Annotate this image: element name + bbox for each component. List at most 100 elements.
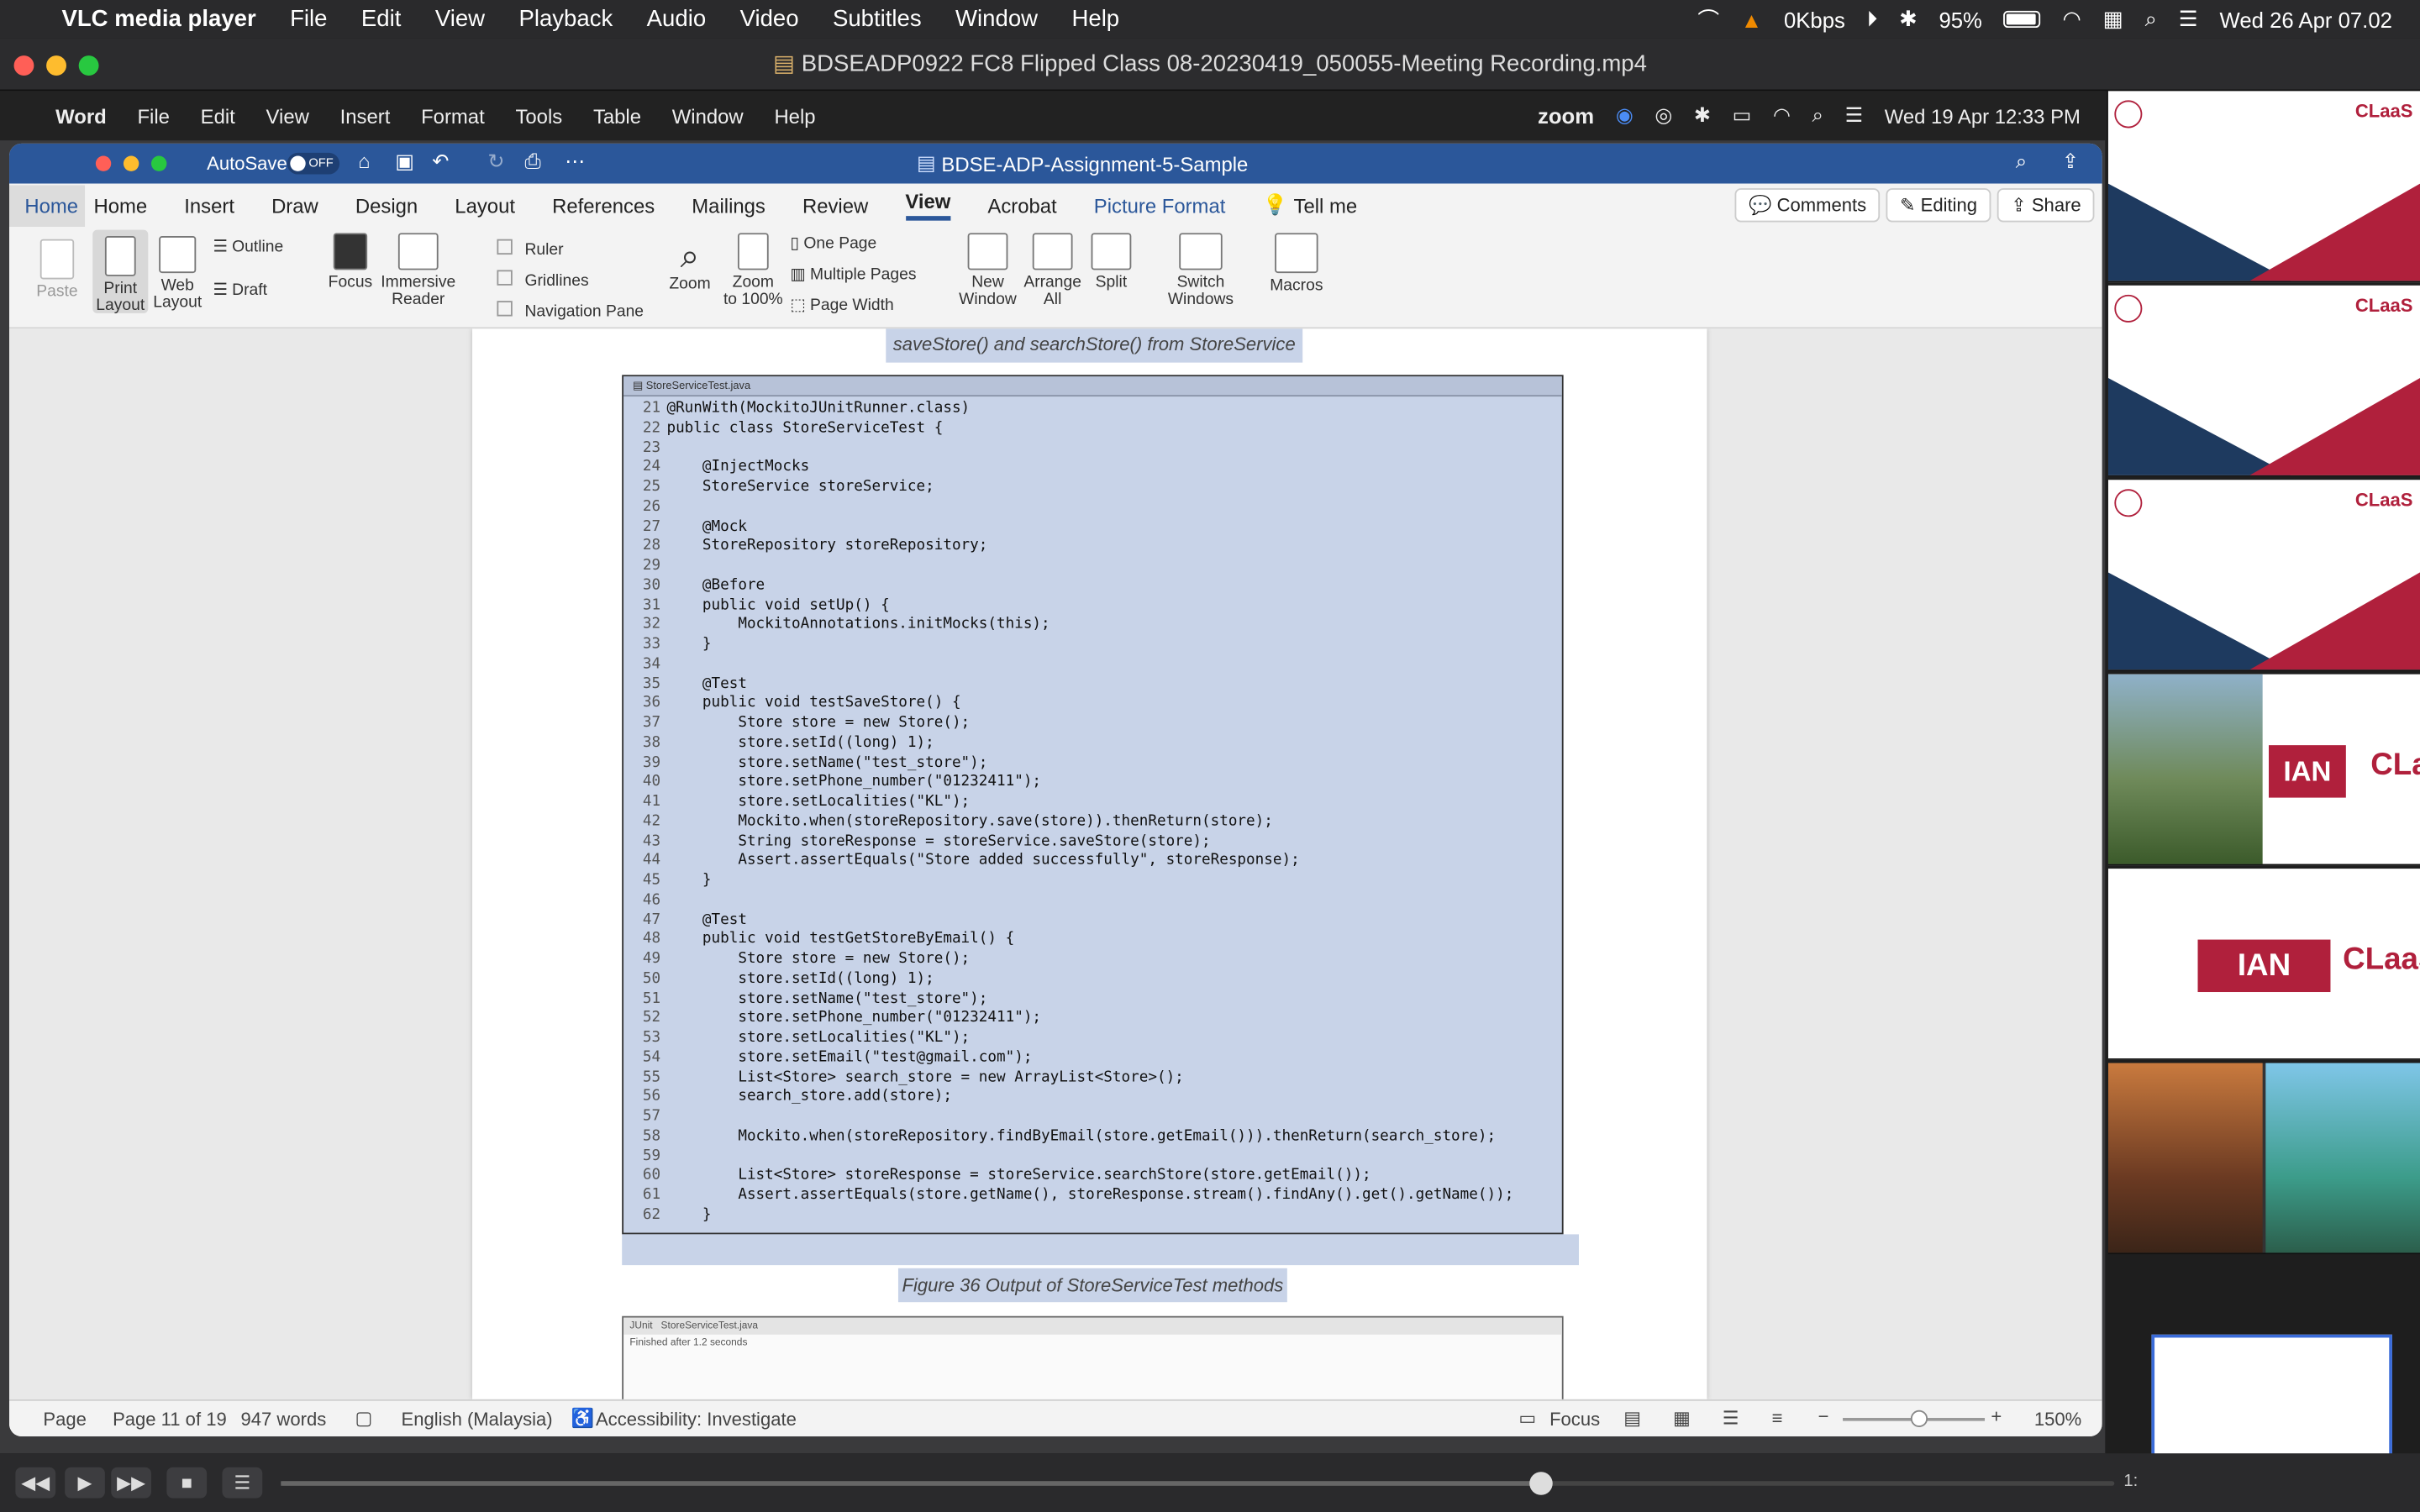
comment-icon: 💬 (1749, 194, 1777, 217)
record-icon: ◎ (1655, 103, 1673, 127)
line-number: 38 (642, 733, 661, 752)
code-text: } (666, 635, 712, 653)
inner-menu-help: Help (774, 103, 816, 128)
code-line: 60 List<Store> storeResponse = storeServ… (627, 1167, 1562, 1186)
line-number: 60 (642, 1167, 661, 1184)
menu-playback[interactable]: Playback (518, 6, 613, 32)
battery-percent: 95% (1939, 7, 1982, 32)
inner-menu-file: File (137, 103, 170, 128)
seal-logo-icon (2114, 489, 2143, 517)
zoom-100-button: Zoom to 100% (723, 233, 784, 308)
menu-audio[interactable]: Audio (647, 6, 706, 32)
code-line: 23 (627, 439, 1562, 459)
multiple-pages-icon: ▥ (790, 265, 810, 284)
code-tab: ▤ StoreServiceTest.java (623, 376, 1562, 397)
autosave-label: AutoSave (207, 152, 287, 175)
participant-tile-3[interactable]: CLaaS (2107, 480, 2420, 671)
line-number: 31 (642, 596, 661, 614)
multiple-pages-button: ▥ Multiple Pages (790, 265, 917, 284)
keyboard-icon[interactable]: ▦ (2103, 6, 2123, 32)
macros-button: Macros (1262, 233, 1330, 294)
line-number: 30 (642, 576, 661, 594)
share-icon-top: ⇪ (2061, 150, 2079, 173)
code-line: 49 Store store = new Store(); (627, 950, 1562, 969)
menu-video[interactable]: Video (740, 6, 799, 32)
menu-help[interactable]: Help (1071, 6, 1119, 32)
participant-tile-2[interactable]: CLaaS (2107, 285, 2420, 477)
menu-window[interactable]: Window (955, 6, 1038, 32)
video-frame[interactable]: Word File Edit View Insert Format Tools … (0, 91, 2106, 1454)
menu-file[interactable]: File (290, 6, 327, 32)
code-body: 21 @RunWith(MockitoJUnitRunner.class) 22 pu… (623, 396, 1562, 1226)
wifi-icon[interactable]: ◠ (2062, 6, 2081, 32)
fast-forward-button[interactable]: ▶▶ (111, 1467, 152, 1499)
line-number: 26 (642, 497, 661, 516)
vlc-cone-icon[interactable]: ▲ (1741, 7, 1762, 31)
clock[interactable]: Wed 26 Apr 07.02 (2220, 7, 2392, 31)
close-button[interactable] (13, 55, 34, 76)
bluetooth-icon[interactable]: ✱ (1899, 6, 1918, 32)
code-line: 31 public void setUp() { (627, 596, 1562, 616)
code-text: Mockito.when(storeRepository.save(store)… (666, 812, 1273, 830)
menu-subtitles[interactable]: Subtitles (833, 6, 922, 32)
line-number: 44 (642, 852, 661, 869)
seek-knob[interactable] (1529, 1472, 1553, 1495)
selection-band (622, 1234, 1579, 1266)
search-icon[interactable]: ⌕ (2145, 6, 2157, 32)
inner-menu-format: Format (421, 103, 485, 128)
inner-menu-bar: Word File Edit View Insert Format Tools … (0, 91, 2106, 141)
pencil-icon: ✎ (1900, 194, 1921, 217)
word-title-bar: AutoSave OFF ⌂ ▣ ↶ ↻ ⎙ ⋯ ▤ BDSE-ADP-Assi… (9, 143, 2102, 184)
switch-windows-icon (1179, 233, 1223, 270)
home-icon: ⌂ (358, 150, 371, 173)
line-number: 51 (642, 990, 661, 1007)
code-line: 53 store.setLocalities("KL"); (627, 1029, 1562, 1048)
participant-tile-4[interactable]: IAN CLaaS (2107, 674, 2420, 866)
battery-icon[interactable] (2003, 10, 2041, 29)
minimize-button[interactable] (46, 55, 66, 76)
brand-banner: IAN (2197, 939, 2331, 993)
caption-bottom: Figure 36 Output of StoreServiceTest met… (897, 1268, 1287, 1303)
proofing-icon: ▢ (355, 1407, 373, 1429)
code-line: 54 store.setEmail("test@gmail.com"); (627, 1049, 1562, 1068)
play-button[interactable]: ▶ (65, 1467, 105, 1499)
lightbulb-icon: 💡 (1262, 192, 1288, 217)
code-line: 48 public void testGetStoreByEmail() { (627, 931, 1562, 950)
inner-menu-view: View (266, 103, 309, 128)
web-layout-button: Web Layout (151, 236, 203, 312)
playlist-button[interactable]: ☰ (222, 1467, 263, 1499)
line-number: 37 (642, 714, 661, 732)
outline-status-icon: ☰ (1722, 1407, 1739, 1429)
participant-tile-1[interactable]: CLaaS (2107, 91, 2420, 283)
participant-tile-6[interactable] (2107, 1063, 2420, 1255)
menu-edit[interactable]: Edit (361, 6, 401, 32)
vlc-controls: ◀◀ ▶ ▶▶ ■ ☰ 1: (0, 1453, 2420, 1512)
tab-acrobat: Acrobat (987, 193, 1057, 218)
code-text: String storeResponse = storeService.save… (666, 832, 1211, 850)
inner-menu-table: Table (592, 103, 642, 128)
rewind-button[interactable]: ◀◀ (15, 1467, 56, 1499)
participant-tile-5[interactable]: IAN CLaaS (2107, 869, 2420, 1060)
line-number: 35 (642, 675, 661, 692)
code-line: 56 search_store.add(store); (627, 1088, 1562, 1107)
app-name[interactable]: VLC media player (61, 6, 255, 32)
line-number: 42 (642, 812, 661, 830)
control-center-icon[interactable]: ☰ (2179, 6, 2198, 32)
title-search-icon: ⌕ (2015, 150, 2028, 173)
stop-button[interactable]: ■ (166, 1467, 208, 1499)
code-line: 38 store.setId((long) 1); (627, 734, 1562, 753)
network-speed: 0Kbps (1783, 7, 1845, 32)
zoom-button[interactable] (78, 55, 99, 76)
accessibility-icon: ♿ (571, 1407, 595, 1429)
junit-file-tab: StoreServiceTest.java (660, 1320, 759, 1332)
line-number: 39 (642, 753, 661, 771)
headphones-icon[interactable]: ⌒ (1697, 4, 1719, 35)
seek-bar[interactable] (281, 1472, 2115, 1495)
new-window-icon (967, 233, 1008, 270)
inner-menu-tools: Tools (515, 103, 563, 128)
code-line: 40 store.setPhone_number("01232411"); (627, 774, 1562, 793)
seal-logo-icon (2114, 100, 2143, 129)
play-circle-icon[interactable]: ⏵ (1867, 6, 1878, 32)
menu-view[interactable]: View (435, 6, 485, 32)
zoom-in-icon: + (1991, 1405, 2002, 1427)
